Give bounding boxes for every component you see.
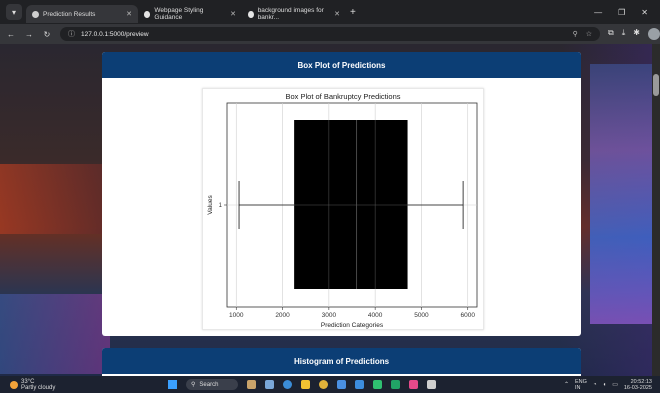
battery-icon[interactable]: ▭ bbox=[612, 381, 618, 388]
close-window-icon[interactable]: ✕ bbox=[641, 8, 648, 17]
profile-avatar[interactable] bbox=[647, 28, 660, 40]
task-view-icon[interactable] bbox=[265, 380, 274, 389]
tab-search-button[interactable]: ▾ bbox=[6, 4, 22, 20]
browser-toolbar: ← → ↻ ⓘ 127.0.0.1:5000/preview ⚲ ☆ ⧉ ⤓ ✱ bbox=[0, 24, 660, 44]
taskbar: 33°C Partly cloudy ⚲ Search ⌃ ENG IN ◔ ◖… bbox=[0, 376, 660, 393]
excel-icon[interactable] bbox=[391, 380, 400, 389]
window-controls: — ❐ ✕ bbox=[594, 8, 660, 17]
wifi-icon[interactable]: ◔ bbox=[593, 382, 597, 388]
y-tick-label: 1 bbox=[219, 203, 223, 209]
reload-icon[interactable]: ↻ bbox=[40, 30, 54, 39]
weather-widget[interactable]: 33°C Partly cloudy bbox=[0, 379, 150, 391]
x-tick-label: 3000 bbox=[322, 312, 337, 319]
clock[interactable]: 20:52:13 16-03-2025 bbox=[624, 379, 652, 391]
histogram-card: Histogram of Predictions bbox=[102, 348, 581, 376]
new-tab-button[interactable]: + bbox=[350, 7, 356, 18]
minimize-icon[interactable]: — bbox=[594, 8, 602, 17]
url-text: 127.0.0.1:5000/preview bbox=[81, 30, 149, 38]
close-icon[interactable]: ✕ bbox=[334, 10, 340, 18]
boxplot-image: Box Plot of Bankruptcy Predictions 1000 20… bbox=[202, 88, 484, 330]
background-image-region bbox=[0, 294, 110, 374]
chrome-icon[interactable] bbox=[319, 380, 328, 389]
x-tick-label: 1000 bbox=[229, 312, 244, 319]
language-indicator[interactable]: ENG IN bbox=[575, 379, 587, 391]
close-icon[interactable]: ✕ bbox=[126, 10, 132, 18]
weather-text: Partly cloudy bbox=[21, 384, 56, 391]
scrollbar-thumb[interactable] bbox=[653, 74, 659, 96]
x-tick-label: 2000 bbox=[275, 312, 290, 319]
puzzle-icon[interactable]: ✱ bbox=[633, 28, 640, 40]
tab-background-images[interactable]: background images for bankr... ✕ bbox=[242, 5, 346, 23]
maximize-icon[interactable]: ❐ bbox=[618, 8, 625, 17]
search-icon: ⚲ bbox=[191, 382, 196, 388]
volume-icon[interactable]: ◖ bbox=[603, 382, 607, 388]
chevron-up-icon[interactable]: ⌃ bbox=[564, 381, 569, 388]
card-title: Histogram of Predictions bbox=[293, 356, 390, 366]
x-tick-label: 4000 bbox=[368, 312, 383, 319]
extensions-icon[interactable]: ⧉ bbox=[608, 28, 614, 40]
system-tray: ⌃ ENG IN ◔ ◖ ▭ 20:52:13 16-03-2025 bbox=[564, 379, 660, 391]
box-iqr bbox=[294, 120, 408, 289]
file-explorer-icon[interactable] bbox=[301, 380, 310, 389]
app-icon[interactable] bbox=[409, 380, 418, 389]
card-header: Histogram of Predictions bbox=[102, 348, 581, 374]
card-header: Box Plot of Predictions bbox=[102, 52, 581, 78]
boxplot-card: Box Plot of Predictions Box Plot of Bank… bbox=[102, 52, 581, 336]
app-icon[interactable] bbox=[427, 380, 436, 389]
background-image-region bbox=[590, 64, 660, 324]
close-icon[interactable]: ✕ bbox=[230, 10, 236, 18]
site-info-icon[interactable]: ⓘ bbox=[68, 29, 75, 39]
x-tick-label: 5000 bbox=[414, 312, 429, 319]
tab-label: Prediction Results bbox=[43, 10, 96, 18]
background-image-region bbox=[0, 164, 110, 234]
weather-icon bbox=[10, 380, 18, 389]
app-icon[interactable] bbox=[373, 380, 382, 389]
tab-label: Webpage Styling Guidance bbox=[154, 7, 204, 21]
windows-start-icon[interactable] bbox=[168, 380, 177, 389]
bookmark-star-icon[interactable]: ☆ bbox=[586, 30, 592, 38]
widgets-icon[interactable] bbox=[247, 380, 256, 389]
app-icon[interactable] bbox=[337, 380, 346, 389]
forward-icon[interactable]: → bbox=[22, 30, 36, 39]
tab-label: background images for bankr... bbox=[257, 7, 324, 21]
x-axis-label: Prediction Categories bbox=[321, 322, 384, 329]
download-icon[interactable]: ⤓ bbox=[622, 28, 626, 40]
y-axis-label: Values bbox=[207, 195, 214, 215]
chatgpt-icon bbox=[248, 10, 254, 18]
card-title: Box Plot of Predictions bbox=[297, 60, 386, 70]
chart-title: Box Plot of Bankruptcy Predictions bbox=[285, 92, 400, 101]
back-icon[interactable]: ← bbox=[4, 30, 18, 39]
address-bar[interactable]: ⓘ 127.0.0.1:5000/preview ⚲ ☆ bbox=[60, 27, 600, 41]
zoom-icon[interactable]: ⚲ bbox=[573, 30, 578, 38]
chatgpt-icon bbox=[144, 10, 151, 18]
x-tick-label: 6000 bbox=[461, 312, 476, 319]
vscode-icon[interactable] bbox=[355, 380, 364, 389]
edge-icon[interactable] bbox=[283, 380, 292, 389]
page-viewport: Box Plot of Predictions Box Plot of Bank… bbox=[0, 44, 660, 376]
search-label: Search bbox=[199, 381, 219, 388]
tab-bar: ▾ Prediction Results ✕ Webpage Styling G… bbox=[0, 0, 660, 24]
taskbar-search[interactable]: ⚲ Search bbox=[186, 379, 238, 390]
lang-region: IN bbox=[575, 384, 581, 391]
scrollbar[interactable] bbox=[652, 44, 660, 376]
globe-icon bbox=[32, 10, 39, 18]
boxplot-chart: Box Plot of Bankruptcy Predictions 1000 20… bbox=[207, 92, 478, 329]
tab-webpage-styling[interactable]: Webpage Styling Guidance ✕ bbox=[138, 5, 242, 23]
tab-prediction-results[interactable]: Prediction Results ✕ bbox=[26, 5, 138, 23]
date-text: 16-03-2025 bbox=[623, 384, 652, 391]
